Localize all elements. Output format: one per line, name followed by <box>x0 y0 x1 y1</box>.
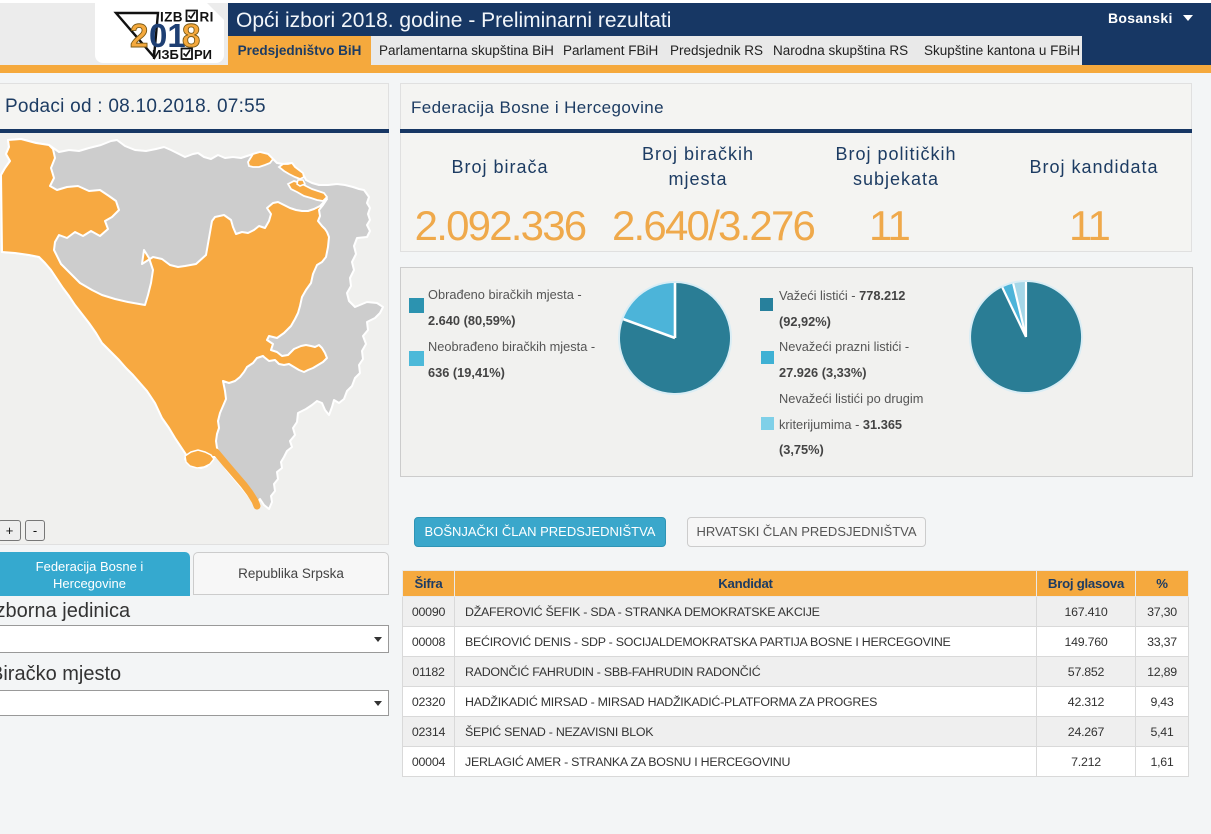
svg-text:РИ: РИ <box>194 47 212 62</box>
svg-text:2: 2 <box>130 17 148 54</box>
svg-text:RI: RI <box>200 10 214 25</box>
svg-text:ИЗБ: ИЗБ <box>152 47 179 62</box>
